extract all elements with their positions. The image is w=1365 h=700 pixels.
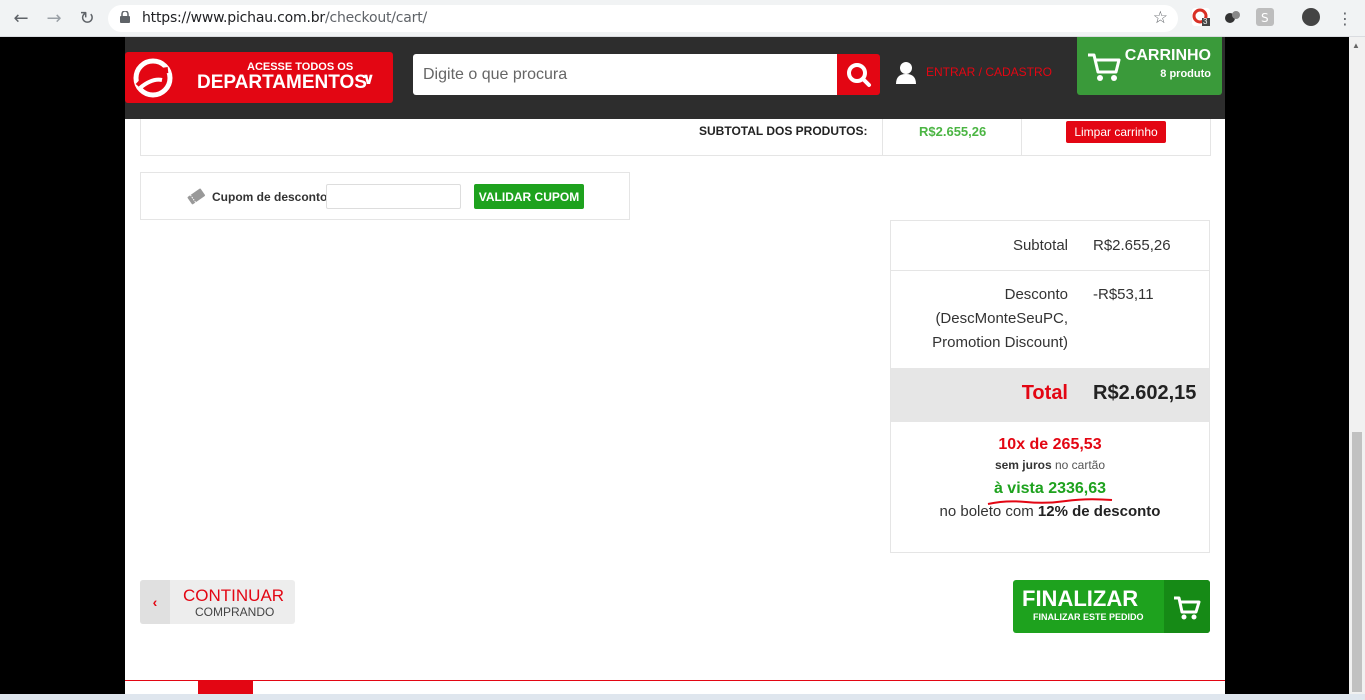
cart-subtotal-row: SUBTOTAL DOS PRODUTOS: R$2.655,26 Limpar… [140, 119, 1211, 156]
finalize-big-label: FINALIZAR [1022, 586, 1139, 611]
continue-small-label: COMPRANDO [195, 605, 275, 619]
discount-codes-line1: (DescMonteSeuPC, [935, 310, 1068, 327]
search-button[interactable] [837, 54, 880, 95]
chevron-down-icon: ∨ [362, 71, 375, 88]
grand-total-band: Total R$2.602,15 [891, 368, 1209, 422]
cell-divider [1021, 119, 1022, 155]
grand-total-value: R$2.602,15 [1093, 382, 1197, 404]
ticket-icon [187, 188, 206, 205]
cash-price-text: à vista 2336,63 [993, 480, 1107, 497]
clear-cart-button[interactable]: Limpar carrinho [1066, 121, 1166, 143]
interest-rest: no cartão [1055, 458, 1106, 472]
cell-divider [882, 119, 883, 155]
taskbar-edge [0, 694, 1365, 700]
extension-red-icon[interactable]: 3 [1192, 8, 1210, 26]
scrollbar-thumb[interactable] [1352, 432, 1362, 692]
url-host: https://www.pichau.com.br [142, 10, 325, 26]
coupon-box: Cupom de desconto: VALIDAR CUPOM [140, 172, 630, 220]
bookmark-star-icon[interactable]: ☆ [1153, 8, 1168, 28]
continue-big-label: CONTINUAR [183, 586, 285, 605]
departments-big-label: DEPARTAMENTOS [197, 72, 367, 93]
site-header: ACESSE TODOS OS DEPARTAMENTOS ∨ ENTRAR /… [125, 37, 1225, 119]
validate-coupon-button[interactable]: VALIDAR CUPOM [474, 184, 584, 209]
reload-icon[interactable]: ↻ [76, 8, 98, 30]
login-register-link[interactable]: ENTRAR / CADASTRO [926, 65, 1052, 79]
extension-badge: 3 [1203, 17, 1208, 26]
interest-bold: sem juros [994, 458, 1052, 472]
address-bar[interactable]: https://www.pichau.com.br/checkout/cart/… [108, 5, 1178, 32]
footer-divider [125, 680, 1225, 681]
finalize-small-label: FINALIZAR ESTE PEDIDO [1033, 612, 1144, 622]
menu-dots-icon[interactable]: ⋮ [1334, 8, 1356, 30]
checkout-page: ACESSE TODOS OS DEPARTAMENTOS ∨ ENTRAR /… [125, 37, 1225, 700]
boleto-text: no boleto com 12% de desconto [891, 503, 1209, 520]
cart-icon [1174, 596, 1201, 620]
totals-subtotal-value: R$2.655,26 [1093, 237, 1171, 254]
extension-s-icon[interactable]: S [1256, 8, 1274, 26]
coupon-label: Cupom de desconto: [212, 190, 332, 204]
continue-shopping-button[interactable]: ‹ CONTINUAR COMPRANDO [140, 580, 295, 624]
totals-subtotal-label: Subtotal [1012, 237, 1068, 254]
profile-avatar[interactable] [1302, 8, 1320, 26]
forward-arrow-icon[interactable]: → [43, 8, 65, 30]
coupon-input[interactable] [326, 184, 461, 209]
boleto-text-regular: no boleto com [939, 503, 1034, 520]
finalize-order-button[interactable]: FINALIZAR FINALIZAR ESTE PEDIDO [1013, 580, 1210, 633]
user-icon [896, 62, 916, 84]
svg-text:S: S [1261, 11, 1269, 25]
grand-total-label: Total [1021, 382, 1068, 404]
cart-title: CARRINHO [1124, 47, 1211, 64]
page-scrollbar[interactable]: ▲ [1349, 37, 1365, 700]
url-text: https://www.pichau.com.br/checkout/cart/ [142, 10, 427, 26]
pichau-logo-icon [133, 58, 173, 98]
browser-toolbar: ← → ↻ https://www.pichau.com.br/checkout… [0, 0, 1365, 37]
cart-button[interactable]: CARRINHO 8 produto [1077, 37, 1222, 95]
departments-button[interactable]: ACESSE TODOS OS DEPARTAMENTOS ∨ [125, 52, 393, 103]
lock-icon [120, 11, 130, 23]
cart-count: 8 produto [1160, 68, 1211, 80]
discount-label: Desconto [1004, 286, 1068, 303]
extension-balls-icon[interactable] [1224, 8, 1242, 26]
interest-text: sem juros no cartão [891, 458, 1209, 472]
finalize-cart-icon-box [1164, 580, 1210, 633]
boleto-text-bold: 12% de desconto [1037, 503, 1161, 520]
subtotal-products-value: R$2.655,26 [919, 124, 987, 139]
discount-value: -R$53,11 [1093, 286, 1154, 303]
chevron-left-icon: ‹ [140, 580, 170, 624]
search-icon [847, 63, 871, 87]
cart-icon [1088, 53, 1121, 81]
subtotal-products-label: SUBTOTAL DOS PRODUTOS: [699, 124, 868, 138]
installments-text: 10x de 265,53 [998, 436, 1102, 453]
back-arrow-icon[interactable]: ← [10, 8, 32, 30]
scroll-up-icon[interactable]: ▲ [1352, 41, 1360, 50]
divider [891, 270, 1209, 271]
discount-codes-line2: Promotion Discount) [932, 334, 1068, 351]
url-path: /checkout/cart/ [324, 10, 428, 26]
search-input[interactable] [413, 54, 838, 95]
order-totals: Subtotal R$2.655,26 Desconto (DescMonteS… [890, 220, 1210, 553]
